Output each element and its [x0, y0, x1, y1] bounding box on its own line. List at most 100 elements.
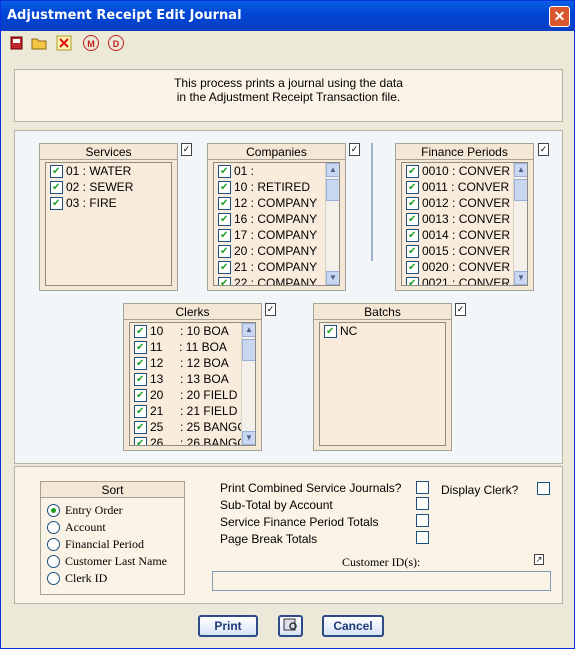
list-item[interactable]: 21 : COMPANY: [214, 259, 339, 276]
checkbox[interactable]: [324, 324, 337, 340]
checkbox[interactable]: [50, 164, 63, 180]
list-item[interactable]: 20 : 20 FIELD: [130, 387, 255, 404]
d-icon[interactable]: D: [108, 35, 124, 51]
close-button[interactable]: ✕: [549, 6, 570, 27]
radio-button[interactable]: [47, 538, 60, 551]
list-item[interactable]: 21 : 21 FIELD: [130, 403, 255, 420]
checkbox[interactable]: [218, 276, 231, 285]
page-break-checkbox[interactable]: [416, 531, 429, 544]
checkbox[interactable]: [406, 212, 419, 228]
checkbox[interactable]: [50, 180, 63, 196]
list-item[interactable]: 10 : RETIRED: [214, 179, 339, 196]
list-item[interactable]: 20 : COMPANY: [214, 243, 339, 260]
checkbox[interactable]: [218, 244, 231, 260]
customer-lookup-icon[interactable]: ↗: [534, 554, 544, 565]
checkbox[interactable]: [134, 436, 147, 445]
checkbox[interactable]: [406, 164, 419, 180]
radio-button[interactable]: [47, 572, 60, 585]
display-clerk-checkbox[interactable]: [537, 482, 550, 495]
m-icon[interactable]: M: [83, 35, 99, 51]
list-item[interactable]: 0013 : CONVER: [402, 211, 527, 228]
select-all-batchs-icon[interactable]: ✓: [455, 303, 466, 316]
subtotal-account-checkbox[interactable]: [416, 497, 429, 510]
list-item[interactable]: 11 : 11 BOA: [130, 339, 255, 356]
checkbox[interactable]: [134, 324, 147, 340]
scroll-up-arrow[interactable]: ▲: [514, 163, 527, 177]
checkbox[interactable]: [134, 420, 147, 436]
sort-option[interactable]: Account: [47, 519, 106, 536]
list-item[interactable]: 13 : 13 BOA: [130, 371, 255, 388]
radio-button[interactable]: [47, 504, 60, 517]
checkbox[interactable]: [406, 180, 419, 196]
scrollbar[interactable]: ▲ ▼: [325, 163, 339, 285]
list-item[interactable]: 0021 : CONVER: [402, 275, 527, 285]
delete-icon[interactable]: [56, 35, 72, 51]
open-folder-icon[interactable]: [31, 35, 47, 51]
list-item[interactable]: 0011 : CONVER: [402, 179, 527, 196]
scroll-down-arrow[interactable]: ▼: [326, 271, 339, 285]
list-item[interactable]: 12 : 12 BOA: [130, 355, 255, 372]
checkbox[interactable]: [134, 372, 147, 388]
list-item[interactable]: 22 : COMPANY: [214, 275, 339, 285]
sort-option[interactable]: Clerk ID: [47, 570, 107, 587]
checkbox[interactable]: [406, 260, 419, 276]
scroll-thumb[interactable]: [326, 179, 339, 201]
batchs-list[interactable]: NC: [319, 322, 446, 446]
customer-ids-input[interactable]: [212, 571, 551, 591]
save-icon[interactable]: [9, 35, 25, 51]
checkbox[interactable]: [218, 260, 231, 276]
scrollbar[interactable]: ▲ ▼: [513, 163, 527, 285]
list-item[interactable]: 26 : 26 BANGO: [130, 435, 255, 445]
checkbox[interactable]: [406, 228, 419, 244]
scroll-down-arrow[interactable]: ▼: [514, 271, 527, 285]
checkbox[interactable]: [406, 196, 419, 212]
scrollbar[interactable]: ▲ ▼: [241, 323, 255, 445]
sort-option[interactable]: Customer Last Name: [47, 553, 167, 570]
list-item[interactable]: 12 : COMPANY: [214, 195, 339, 212]
print-button[interactable]: Print: [198, 615, 258, 637]
radio-button[interactable]: [47, 555, 60, 568]
list-item[interactable]: 0020 : CONVER: [402, 259, 527, 276]
list-item[interactable]: 16 : COMPANY: [214, 211, 339, 228]
checkbox[interactable]: [134, 356, 147, 372]
checkbox[interactable]: [134, 340, 147, 356]
scroll-thumb[interactable]: [242, 339, 255, 361]
checkbox[interactable]: [406, 276, 419, 285]
list-item[interactable]: 01 : WATER: [46, 163, 171, 180]
list-item[interactable]: 10 : 10 BOA: [130, 323, 255, 340]
sort-option[interactable]: Entry Order: [47, 502, 123, 519]
checkbox[interactable]: [134, 388, 147, 404]
checkbox[interactable]: [218, 228, 231, 244]
service-finance-checkbox[interactable]: [416, 514, 429, 527]
checkbox[interactable]: [218, 164, 231, 180]
checkbox[interactable]: [406, 244, 419, 260]
companies-list[interactable]: 01 : 10 : RETIRED 12 : COMPANY 16 : COMPANY…: [213, 162, 340, 286]
select-all-services-icon[interactable]: ✓: [181, 143, 192, 156]
checkbox[interactable]: [134, 404, 147, 420]
list-item[interactable]: 0015 : CONVER: [402, 243, 527, 260]
list-item[interactable]: 25 : 25 BANGO: [130, 419, 255, 436]
scroll-thumb[interactable]: [514, 179, 527, 201]
list-item[interactable]: 0010 : CONVER: [402, 163, 527, 180]
scroll-down-arrow[interactable]: ▼: [242, 431, 255, 445]
scroll-up-arrow[interactable]: ▲: [242, 323, 255, 337]
scroll-up-arrow[interactable]: ▲: [326, 163, 339, 177]
services-list[interactable]: 01 : WATER 02 : SEWER 03 : FIRE: [45, 162, 172, 286]
finance-periods-list[interactable]: 0010 : CONVER 0011 : CONVER 0012 : CONVER 0…: [401, 162, 528, 286]
list-item[interactable]: 03 : FIRE: [46, 195, 171, 212]
list-item[interactable]: 0012 : CONVER: [402, 195, 527, 212]
checkbox[interactable]: [50, 196, 63, 212]
select-all-clerks-icon[interactable]: ✓: [265, 303, 276, 316]
list-item[interactable]: 17 : COMPANY: [214, 227, 339, 244]
list-item[interactable]: NC: [320, 323, 445, 340]
checkbox[interactable]: [218, 196, 231, 212]
print-combined-checkbox[interactable]: [416, 481, 429, 494]
list-item[interactable]: 01 :: [214, 163, 339, 180]
clerks-list[interactable]: 10 : 10 BOA 11 : 11 BOA 12 : 12 BOA 13 : 13…: [129, 322, 256, 446]
select-all-finance-periods-icon[interactable]: ✓: [538, 143, 549, 156]
list-item[interactable]: 02 : SEWER: [46, 179, 171, 196]
radio-button[interactable]: [47, 521, 60, 534]
select-all-companies-icon[interactable]: ✓: [349, 143, 360, 156]
cancel-button[interactable]: Cancel: [322, 615, 384, 637]
preview-button[interactable]: [278, 615, 303, 637]
